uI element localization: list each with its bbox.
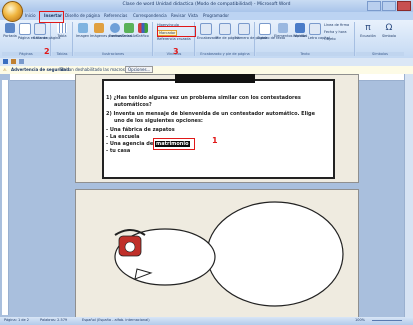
doc-line[interactable]: - La escuela <box>106 134 140 140</box>
header-icon <box>200 23 212 35</box>
close-button[interactable] <box>397 1 411 11</box>
tab-diseno-pagina[interactable]: Diseño de página <box>65 13 100 18</box>
annotation-box-insertar <box>39 11 64 23</box>
shield-icon: ⚠ <box>3 67 7 72</box>
letra-capital-button[interactable]: Letra capital <box>308 23 330 40</box>
save-icon[interactable] <box>3 59 8 64</box>
encabezado-button[interactable]: Encabezado <box>197 23 218 40</box>
linea-firma-button[interactable]: Línea de firma <box>324 23 349 27</box>
group-label: Tablas <box>52 52 72 56</box>
formas-button[interactable]: Formas <box>109 23 122 38</box>
chart-icon <box>137 23 148 33</box>
bubble-large[interactable] <box>206 201 344 307</box>
pagina-blanco-button[interactable]: Página en blanco <box>18 23 48 40</box>
dropcap-icon <box>309 23 321 35</box>
footer-icon <box>219 23 231 35</box>
group-simbolos: π Ecuación Ω Símbolo Símbolos <box>356 22 404 56</box>
page-count[interactable]: Página: 1 de 2 <box>4 318 29 322</box>
shapes-icon <box>110 23 120 33</box>
group-label: Páginas <box>2 52 50 56</box>
doc-line[interactable]: 1) ¿Has tenido alguna vez un problema si… <box>106 95 301 101</box>
smartart-icon <box>123 23 134 33</box>
annotation-number-2: 2 <box>44 47 50 56</box>
imagen-button[interactable]: Imagen <box>76 23 89 38</box>
window-controls <box>367 1 411 11</box>
annotation-number-3: 3 <box>173 47 179 56</box>
objeto-button[interactable]: Objeto <box>324 37 336 41</box>
redo-icon[interactable] <box>19 59 24 64</box>
speech-bubbles <box>114 201 344 307</box>
window-title: Clase de word Unidad didactica (Modo de … <box>122 2 291 7</box>
office-button[interactable] <box>2 1 23 22</box>
doc-line[interactable]: uno de los siguientes opciones: <box>114 118 203 124</box>
group-label: Texto <box>256 52 354 56</box>
tab-revisar[interactable]: Revisar <box>171 13 186 18</box>
elementos-rapidos-button[interactable]: Elementos rápidos <box>274 23 307 38</box>
referencia-cruzada-button[interactable]: Referencia cruzada <box>157 37 191 41</box>
image-strip <box>175 74 255 83</box>
undo-icon[interactable] <box>11 59 16 64</box>
quick-parts-icon <box>278 23 288 33</box>
group-tablas: Tabla Tablas <box>52 22 73 56</box>
portada-button[interactable]: Portada <box>3 23 17 38</box>
tab-referencias[interactable]: Referencias <box>104 13 127 18</box>
annotation-number-1: 1 <box>212 136 218 145</box>
doc-line[interactable]: - Una fábrica de zapatos <box>106 127 175 133</box>
clipart-icon <box>94 23 104 33</box>
portada-icon <box>5 23 15 33</box>
tab-vista[interactable]: Vista <box>188 13 198 18</box>
status-bar: Página: 1 de 2 Palabras: 2.579 Español (… <box>0 317 413 325</box>
omega-icon: Ω <box>385 23 393 33</box>
security-message: Se han deshabilitado las macros. <box>60 67 127 72</box>
imagenes-predisenadas-button[interactable]: Imágenes prediseñadas <box>90 23 132 38</box>
simbolo-button[interactable]: Ω Símbolo <box>380 23 398 38</box>
wordart-button[interactable]: WordArt <box>293 23 307 38</box>
page-number-icon <box>238 23 250 35</box>
group-label: Encabezado y pie de página <box>196 52 254 56</box>
maximize-button[interactable] <box>382 1 396 11</box>
smartart-button[interactable]: SmartArt <box>122 23 138 38</box>
tabla-button[interactable]: Tabla <box>55 23 69 38</box>
blank-page-icon <box>19 23 31 35</box>
fecha-hora-button[interactable]: Fecha y hora <box>324 30 347 34</box>
doc-line[interactable]: 2) Inventa un mensaje de bienvenida de u… <box>106 111 315 117</box>
wordart-icon <box>295 23 305 33</box>
zoom-level[interactable]: 100% <box>355 318 365 322</box>
tab-inicio[interactable]: Inicio <box>25 13 36 18</box>
word-count[interactable]: Palabras: 2.579 <box>40 318 67 322</box>
grafico-button[interactable]: Gráfico <box>136 23 149 38</box>
annotation-box-marcador <box>157 26 196 37</box>
zoom-slider[interactable] <box>372 320 402 321</box>
annotation-box-selection <box>153 138 195 150</box>
language[interactable]: Español (España - alfab. internacional) <box>82 318 150 322</box>
vertical-ruler[interactable] <box>2 80 9 315</box>
group-label: Símbolos <box>356 52 404 56</box>
salto-pagina-button[interactable]: Salto de página <box>33 23 60 40</box>
textbox-icon <box>259 23 271 35</box>
vertical-scrollbar[interactable] <box>404 74 413 317</box>
options-button[interactable]: Opciones... <box>125 66 154 73</box>
minimize-button[interactable] <box>367 1 381 11</box>
doc-line[interactable]: - Una agencia de <box>106 141 153 147</box>
tab-correspondencia[interactable]: Correspondencia <box>133 13 167 18</box>
pie-pagina-button[interactable]: Pie de página <box>216 23 240 40</box>
doc-line[interactable]: automáticos? <box>114 102 152 108</box>
picture-icon <box>77 23 88 33</box>
ribbon: Portada Página en blanco Salto de página… <box>0 20 413 59</box>
page-break-icon <box>34 23 46 35</box>
table-icon <box>57 23 67 33</box>
cuadro-texto-button[interactable]: Cuadro de texto <box>257 23 285 40</box>
group-encabezado: Encabezado Pie de página Número de págin… <box>196 22 267 56</box>
numero-pagina-button[interactable]: Número de página <box>235 23 267 40</box>
tab-programador[interactable]: Programador <box>203 13 229 18</box>
pi-icon: π <box>365 23 371 33</box>
group-texto: Cuadro de texto Elementos rápidos WordAr… <box>256 22 355 56</box>
group-label: Ilustraciones <box>74 52 152 56</box>
group-ilustraciones: Imagen Imágenes prediseñadas Formas Smar… <box>74 22 153 56</box>
ecuacion-button[interactable]: π Ecuación <box>359 23 377 38</box>
doc-line[interactable]: - tu casa <box>106 148 130 154</box>
